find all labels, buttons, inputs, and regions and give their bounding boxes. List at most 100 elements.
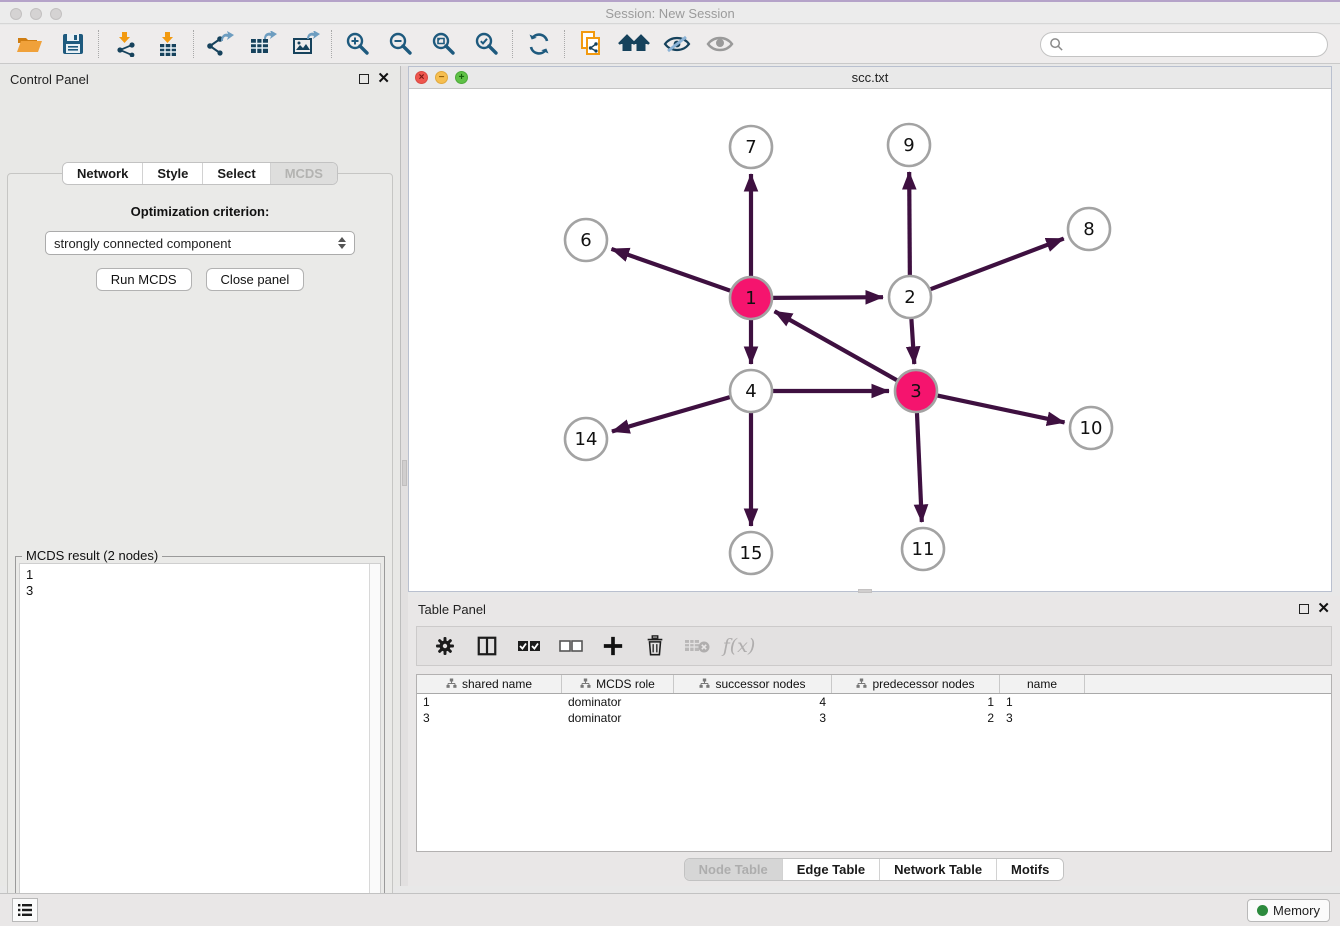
hide-selected-button[interactable] xyxy=(655,27,698,61)
splitter-grip[interactable] xyxy=(402,460,407,486)
toolbar-separator xyxy=(98,30,99,58)
cell-predecessor-nodes[interactable]: 2 xyxy=(832,710,1000,726)
column-header-successor-nodes[interactable]: successor nodes xyxy=(674,675,832,693)
first-neighbors-button[interactable] xyxy=(612,27,655,61)
cell-name[interactable]: 1 xyxy=(1000,694,1085,710)
export-network-button[interactable] xyxy=(198,27,241,61)
export-table-button[interactable] xyxy=(241,27,284,61)
cell-successor-nodes[interactable]: 3 xyxy=(674,710,832,726)
close-view-icon[interactable]: × xyxy=(415,71,428,84)
column-label: successor nodes xyxy=(715,677,805,691)
edge-3-10[interactable] xyxy=(938,396,1065,423)
table-panel-header: Table Panel ✕ xyxy=(408,596,1340,622)
export-network-icon xyxy=(206,31,234,57)
tab-network[interactable]: Network xyxy=(63,163,142,184)
delete-column-button[interactable] xyxy=(641,632,669,660)
network-canvas[interactable]: 7968124314101511 xyxy=(409,89,1331,591)
tab-motifs[interactable]: Motifs xyxy=(996,859,1063,880)
add-column-button[interactable] xyxy=(599,632,627,660)
edge-3-11[interactable] xyxy=(917,413,922,522)
tab-mcds[interactable]: MCDS xyxy=(270,163,337,184)
tab-style[interactable]: Style xyxy=(142,163,202,184)
zoom-selected-button[interactable] xyxy=(465,27,508,61)
edge-3-1[interactable] xyxy=(775,311,897,380)
table-row[interactable]: 3dominator323 xyxy=(417,710,1331,726)
tab-network-table[interactable]: Network Table xyxy=(879,859,996,880)
run-mcds-button[interactable]: Run MCDS xyxy=(96,268,192,291)
node-label-1: 1 xyxy=(745,288,756,309)
show-all-button[interactable] xyxy=(698,27,741,61)
list-icon xyxy=(17,903,33,917)
search-icon xyxy=(1049,37,1064,52)
save-session-button[interactable] xyxy=(51,27,94,61)
network-canvas-svg[interactable]: 7968124314101511 xyxy=(409,89,1331,591)
close-panel-button[interactable]: Close panel xyxy=(206,268,305,291)
tab-edge-table[interactable]: Edge Table xyxy=(782,859,879,880)
cell-predecessor-nodes[interactable]: 1 xyxy=(832,694,1000,710)
float-table-panel-icon[interactable] xyxy=(1299,604,1309,614)
edge-1-2[interactable] xyxy=(773,297,883,298)
zoom-out-button[interactable] xyxy=(379,27,422,61)
cell-name[interactable]: 3 xyxy=(1000,710,1085,726)
zoom-fit-icon xyxy=(431,31,457,57)
cell-shared-name[interactable]: 1 xyxy=(417,694,562,710)
edge-2-9[interactable] xyxy=(909,172,910,275)
close-table-panel-icon[interactable]: ✕ xyxy=(1317,604,1330,614)
column-label: predecessor nodes xyxy=(872,677,974,691)
delete-table-icon xyxy=(684,637,710,655)
edge-2-8[interactable] xyxy=(931,239,1064,290)
edge-1-6[interactable] xyxy=(611,249,730,291)
zoom-fit-button[interactable] xyxy=(422,27,465,61)
column-header-predecessor-nodes[interactable]: predecessor nodes xyxy=(832,675,1000,693)
refresh-button[interactable] xyxy=(517,27,560,61)
cell-successor-nodes[interactable]: 4 xyxy=(674,694,832,710)
node-label-8: 8 xyxy=(1083,219,1094,240)
close-panel-icon[interactable]: ✕ xyxy=(377,74,390,84)
import-table-button[interactable] xyxy=(146,27,189,61)
float-panel-icon[interactable] xyxy=(359,74,369,84)
criterion-dropdown[interactable]: strongly connected component xyxy=(45,231,355,255)
zoom-in-icon xyxy=(345,31,371,57)
table-tabs: Node TableEdge TableNetwork TableMotifs xyxy=(408,858,1340,881)
memory-button[interactable]: Memory xyxy=(1247,899,1330,922)
deselect-all-button[interactable] xyxy=(557,632,585,660)
result-scrollbar[interactable] xyxy=(369,564,380,926)
minimize-view-icon[interactable]: − xyxy=(435,71,448,84)
clone-network-button[interactable] xyxy=(569,27,612,61)
select-all-button[interactable] xyxy=(515,632,543,660)
edge-2-3[interactable] xyxy=(911,319,914,364)
edge-4-14[interactable] xyxy=(612,397,730,431)
column-header-MCDS-role[interactable]: MCDS role xyxy=(562,675,674,693)
sort-hierarchy-icon xyxy=(856,677,867,691)
mcds-result-text[interactable]: 1 3 xyxy=(20,564,369,926)
maximize-view-icon[interactable]: + xyxy=(455,71,468,84)
sort-hierarchy-icon xyxy=(446,677,457,691)
gear-icon xyxy=(434,635,456,657)
horizontal-splitter-grip[interactable] xyxy=(858,589,872,593)
cell-shared-name[interactable]: 3 xyxy=(417,710,562,726)
export-image-button[interactable] xyxy=(284,27,327,61)
vertical-splitter[interactable] xyxy=(400,66,408,886)
cell-MCDS-role[interactable]: dominator xyxy=(562,694,674,710)
network-window-titlebar[interactable]: × − + scc.txt xyxy=(409,67,1331,89)
column-header-shared-name[interactable]: shared name xyxy=(417,675,562,693)
open-session-button[interactable] xyxy=(8,27,51,61)
import-network-button[interactable] xyxy=(103,27,146,61)
zoom-in-button[interactable] xyxy=(336,27,379,61)
table-settings-button[interactable] xyxy=(431,632,459,660)
tab-select[interactable]: Select xyxy=(202,163,269,184)
tab-node-table[interactable]: Node Table xyxy=(685,859,782,880)
table-row[interactable]: 1dominator411 xyxy=(417,694,1331,710)
function-builder-button[interactable]: f(x) xyxy=(725,632,753,660)
search-field[interactable] xyxy=(1040,32,1328,57)
network-view-window: × − + scc.txt 7968124314101511 xyxy=(408,66,1332,592)
cell-MCDS-role[interactable]: dominator xyxy=(562,710,674,726)
control-panel-header: Control Panel ✕ xyxy=(0,66,400,92)
search-input[interactable] xyxy=(1064,37,1314,52)
delete-table-button[interactable] xyxy=(683,632,711,660)
mcds-result-group: MCDS result (2 nodes) 1 3 xyxy=(15,556,385,926)
show-columns-button[interactable] xyxy=(473,632,501,660)
column-header-name[interactable]: name xyxy=(1000,675,1085,693)
task-history-button[interactable] xyxy=(12,898,38,922)
control-panel: Control Panel ✕ NetworkStyleSelectMCDS O… xyxy=(0,66,400,886)
